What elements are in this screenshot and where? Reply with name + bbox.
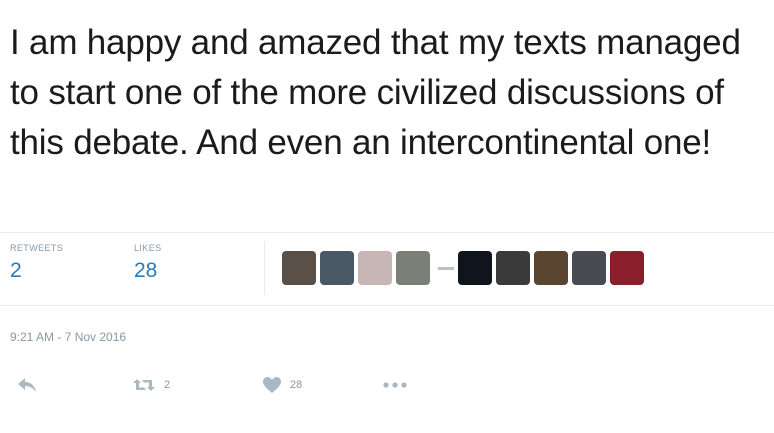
retweet-icon [132,376,156,394]
avatar-2[interactable] [320,251,354,285]
retweets-stat[interactable]: RETWEETS 2 [10,243,63,283]
avatar-4[interactable] [396,251,430,285]
more-icon [382,381,408,389]
avatar-7[interactable] [534,251,568,285]
retweets-label: RETWEETS [10,243,64,253]
likes-count: 28 [134,259,158,282]
more-button[interactable] [382,370,408,400]
like-count: 28 [290,379,303,391]
avatar-5[interactable] [458,251,492,285]
tweet-actions: 2 28 [0,370,774,404]
retweets-count: 2 [10,259,22,282]
retweet-button[interactable]: 2 [132,370,170,400]
tweet-text: I am happy and amazed that my texts mana… [10,23,741,162]
like-button[interactable]: 28 [262,370,302,400]
avatar-separator [438,267,454,270]
retweet-count: 2 [164,379,171,391]
reply-icon [16,376,38,394]
avatar-6[interactable] [496,251,530,285]
stats-divider [264,241,265,295]
avatar-1[interactable] [282,251,316,285]
heart-icon [262,376,282,394]
tweet-timestamp[interactable]: 9:21 AM - 7 Nov 2016 [10,330,126,344]
likes-label: LIKES [134,243,162,253]
likes-stat[interactable]: LIKES 28 [134,243,162,283]
reply-button[interactable] [16,370,38,400]
avatar-9[interactable] [610,251,644,285]
avatar-8[interactable] [572,251,606,285]
tweet-stats: RETWEETS 2 LIKES 28 [0,232,774,306]
avatar-3[interactable] [358,251,392,285]
